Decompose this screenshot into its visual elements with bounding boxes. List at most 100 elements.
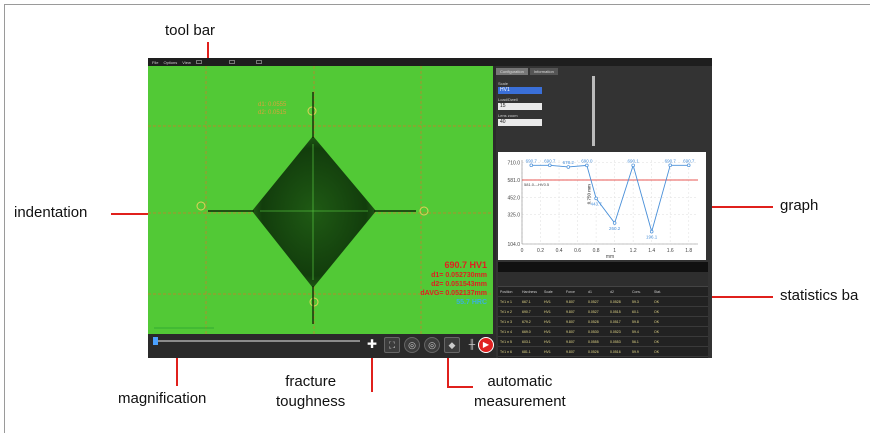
y-tick-label: 452.0 [507,195,520,201]
x-tick-label: 1.6 [667,248,674,254]
callout-fracture-line2: toughness [276,393,346,410]
data-point [649,229,654,234]
y-tick-label: 325.0 [507,212,520,218]
table-cell: 60.1 [632,309,639,314]
load-select[interactable]: 15 [498,103,542,110]
callout-fracture-toughness: fracture toughness [276,372,345,412]
table-cell: 9.807 [566,349,575,354]
table-row[interactable]: Tr/1 n 3 679.2 HV1 9.807 0.0528 0.0517 59.8 OK [498,317,708,327]
stats-summary [498,272,708,287]
callout-statistics-bar: statistics ba [780,287,859,304]
statistics-table: Position Hardness Scale Force d1 d2 Conv. Stat.… [498,262,708,358]
table-cell: 690.7 [522,309,531,314]
table-cell: 9.807 [566,319,575,324]
lens-label: Lens zoom [498,113,518,118]
stats-header-cell: Scale [544,289,553,294]
stats-header-cell: Force [566,289,575,294]
graph-svg: 104.0325.0452.0581.0710.00 0.2 0.4 0.6 0.8 1 1… [507,158,698,260]
d2-value: d2= 0.051543mm [431,281,487,288]
hardness-graph: 104.0 325.0 452.0 581.0 710.0 0 0.2 0.4 0.6 0.8 1 1… [498,152,706,260]
data-point [566,165,571,169]
hrc-value: 55.7 HRC [456,299,487,306]
table-row[interactable]: Tr/1 n 2 690.7 HV1 9.807 0.0527 0.0515 60.1 OK [498,307,708,317]
diamond-indent-icon[interactable]: ◆ [444,337,460,353]
x-axis-label: mm [606,254,614,260]
configuration-form: Scale HV1 Load/Dwell 15 Lens zoom 40 [498,78,558,126]
callout-tool-bar: tool bar [165,22,216,39]
table-row[interactable]: Tr/1 n 6 681.1 HV1 9.807 0.0526 0.0516 59.9 OK [498,347,708,357]
menu-file[interactable]: File [152,60,158,65]
table-row[interactable]: Tr/1 n 5 603.1 HV1 9.807 0.0555 0.0553 56.1 OK [498,337,708,347]
crosshair-icon[interactable]: ✚ [364,337,380,353]
callout-magnification: magnification [118,390,207,407]
table-cell: OK [654,319,660,324]
callout-automatic-line1: automatic [487,373,553,390]
table-cell: 679.2 [522,319,531,324]
data-point [668,163,672,168]
menu-view[interactable]: View [182,60,191,65]
table-cell: 9.807 [566,299,575,304]
table-cell: HV1 [544,349,551,354]
tab-configuration[interactable]: Configuration [496,68,528,75]
table-cell: HV1 [544,299,551,304]
table-cell: 0.0515 [610,309,621,314]
lens-icon-2[interactable]: ◎ [424,337,440,353]
data-point [594,196,598,201]
table-cell: HV1 [544,339,551,344]
data-label: 260.2 [609,226,621,231]
table-cell: 0.0523 [610,329,621,334]
table-cell: 9.807 [566,329,575,334]
table-cell: 0.0527 [588,299,599,304]
stats-header-cell: Conv. [632,289,641,294]
table-cell: 56.1 [632,339,639,344]
table-row[interactable]: Tr/1 n 1 667.1 HV1 9.807 0.0527 0.0528 59.3 OK [498,297,708,307]
menu-options[interactable]: Options [163,60,177,65]
menu-bar: File Options View [148,58,712,66]
lens-icon[interactable]: ◎ [404,337,420,353]
x-tick-label: 1.4 [648,248,655,254]
callout-graph: graph [780,197,819,214]
callout-fracture-line1: fracture [285,373,337,390]
stats-header-cell: Stat. [654,289,662,294]
toolbar-icon-1[interactable] [195,60,202,64]
stats-header: Position Hardness Scale Force d1 d2 Conv. Stat. [498,287,708,297]
table-cell: 669.0 [522,329,531,334]
table-cell: 59.4 [632,329,639,334]
table-cell: HV1 [544,309,551,314]
scale-select[interactable]: HV1 [498,87,542,94]
table-cell: Tr/1 n 5 [500,339,512,344]
table-cell: Tr/1 n 6 [500,349,512,354]
table-cell: 603.1 [522,339,531,344]
right-panel: Configuration Information Scale HV1 Load… [496,66,712,358]
data-point [612,221,617,225]
leader-automatic-h [447,386,473,388]
toolbar-icon-2[interactable] [228,60,235,64]
table-cell: Tr/1 n 1 [500,299,512,304]
x-tick-label: 0.4 [556,248,563,254]
tab-information[interactable]: Information [529,68,558,75]
data-point [548,163,552,168]
magnification-slider[interactable] [154,340,360,342]
toolbar-icon-3[interactable] [255,60,262,64]
data-label: 196.1 [646,235,658,240]
play-icon[interactable]: ▶ [478,337,494,353]
magnification-slider-handle[interactable] [153,337,158,345]
table-row[interactable]: Tr/1 n 4 669.0 HV1 9.807 0.0530 0.0523 59.4 OK [498,327,708,337]
data-point [529,163,534,168]
data-label: 690.7 [683,158,695,163]
stats-body: Tr/1 n 1 667.1 HV1 9.807 0.0527 0.0528 59.3 OK T… [498,297,708,357]
y-tick-label: 581.0 [507,178,520,184]
davg-value: dAVG= 0.052137mm [420,290,487,297]
lens-select[interactable]: 40 [498,119,542,126]
panel-scrollbar[interactable] [592,76,595,146]
indentation-diamond [252,136,376,288]
hardness-tester-app: File Options View d1: 0.0555 d2: 0.0515 … [148,58,712,358]
table-cell: OK [654,299,660,304]
image-viewport[interactable]: d1: 0.0555 d2: 0.0515 690.7 HV1 d1= 0.05… [148,66,493,334]
table-cell: 0.0527 [588,309,599,314]
data-label: 678.2 [563,160,575,165]
bottom-toolbar: ✚ ⛶ ◎ ◎ ◆ ╫ ▶ [148,334,494,358]
table-cell: HV1 [544,329,551,334]
x-tick-label: 0.2 [537,248,544,254]
expand-icon[interactable]: ⛶ [384,337,400,353]
